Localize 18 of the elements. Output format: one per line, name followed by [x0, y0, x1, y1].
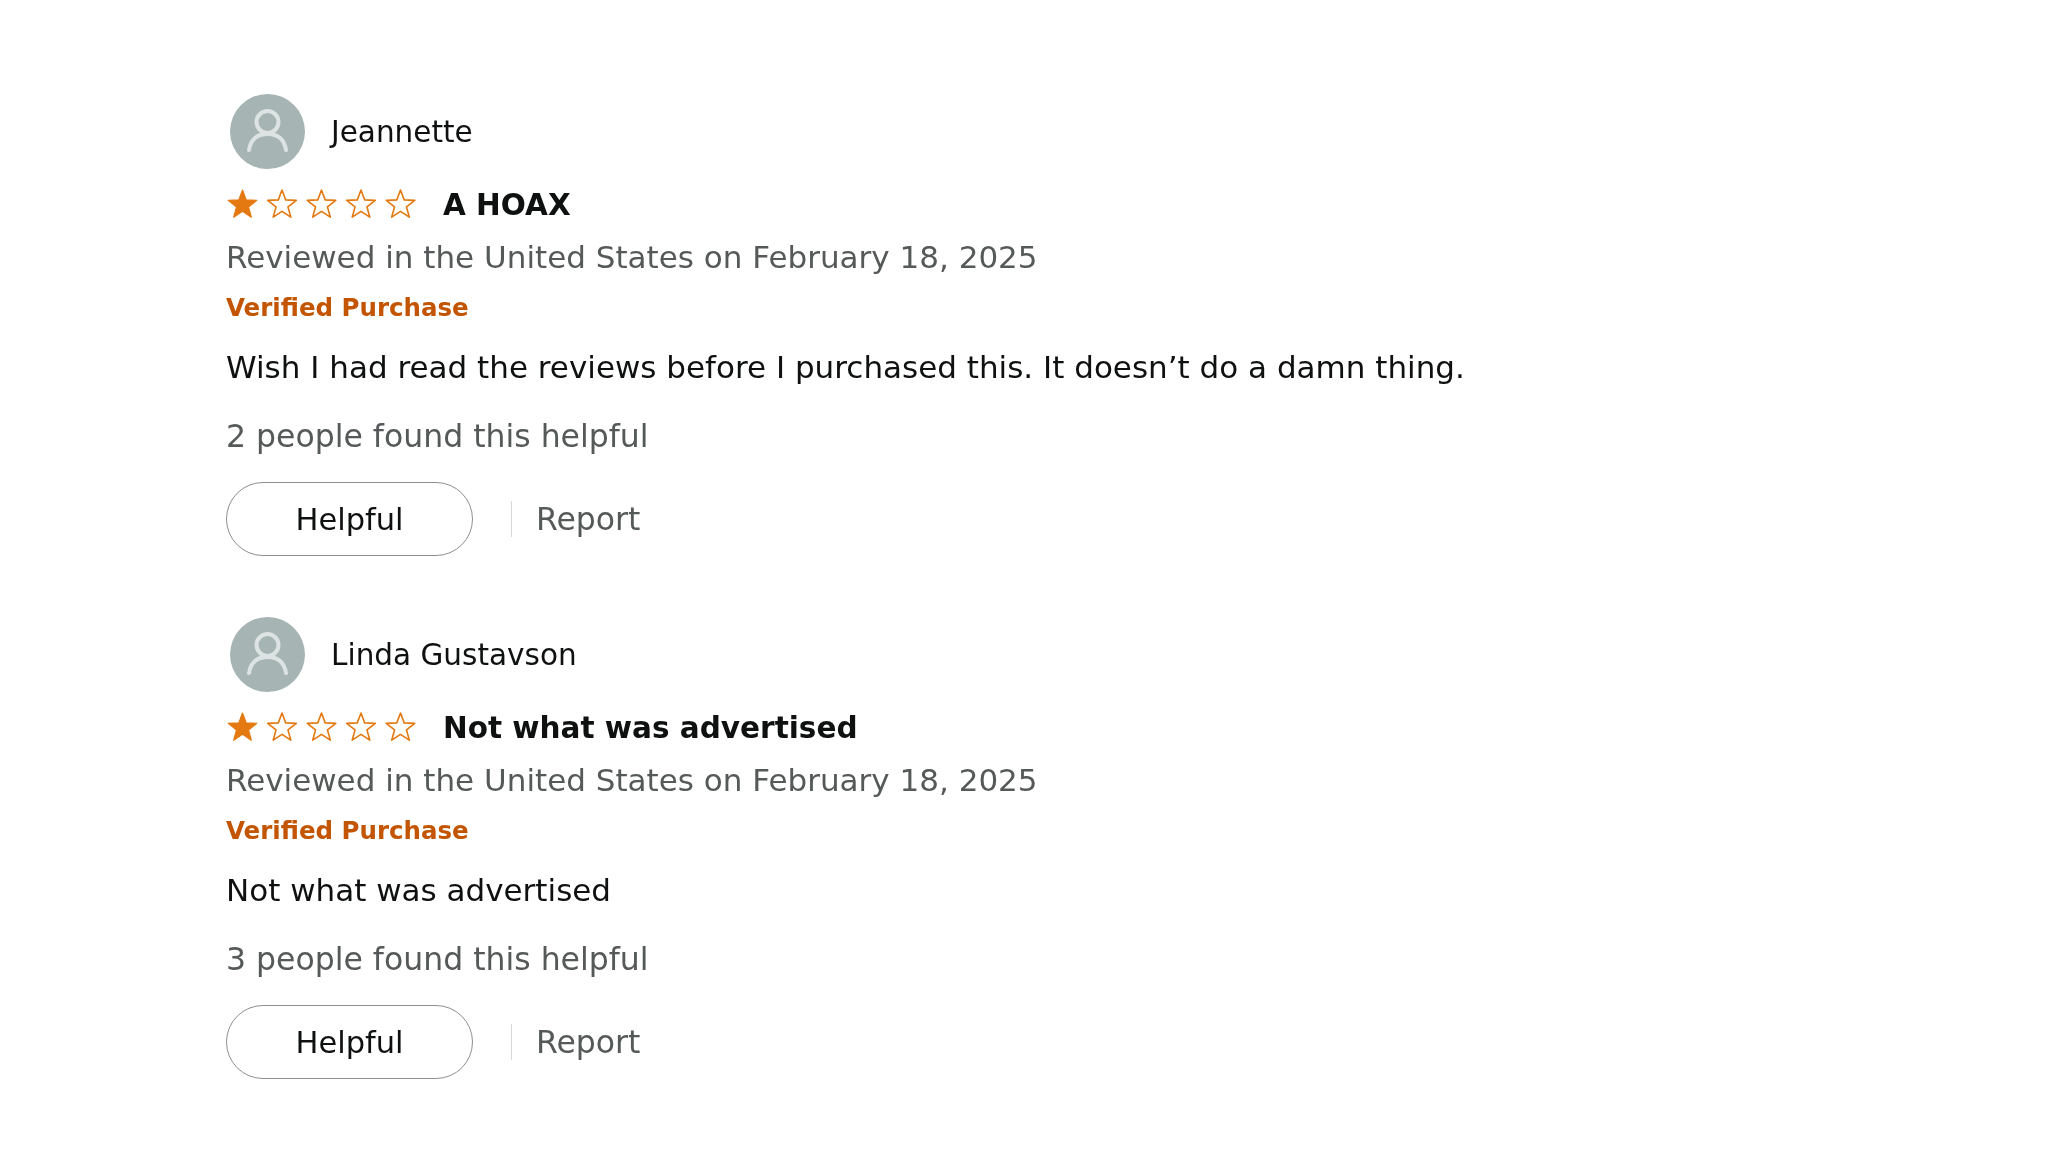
review-date: Reviewed in the United States on February 18, 2025 [226, 761, 1038, 800]
review-title[interactable]: Not what was advertised [443, 708, 858, 748]
review-title[interactable]: A HOAX [443, 185, 571, 225]
report-link[interactable]: Report [536, 1022, 641, 1062]
reviewer-name: Jeannette [331, 113, 473, 151]
review-text: Not what was advertised [226, 871, 612, 910]
verified-purchase-label: Verified Purchase [226, 292, 469, 324]
helpful-button[interactable]: Helpful [226, 1005, 473, 1079]
avatar-icon [230, 94, 305, 169]
reviewer-name: Linda Gustavson [331, 636, 577, 674]
helpful-count: 3 people found this helpful [226, 940, 649, 979]
verified-purchase-label: Verified Purchase [226, 815, 469, 847]
report-link[interactable]: Report [536, 499, 641, 539]
review-text: Wish I had read the reviews before I purchased this. It doesn’t do a damn thing. [226, 348, 1465, 387]
helpful-count: 2 people found this helpful [226, 417, 649, 456]
avatar-icon [230, 617, 305, 692]
helpful-button[interactable]: Helpful [226, 482, 473, 556]
review-date: Reviewed in the United States on February 18, 2025 [226, 238, 1038, 277]
